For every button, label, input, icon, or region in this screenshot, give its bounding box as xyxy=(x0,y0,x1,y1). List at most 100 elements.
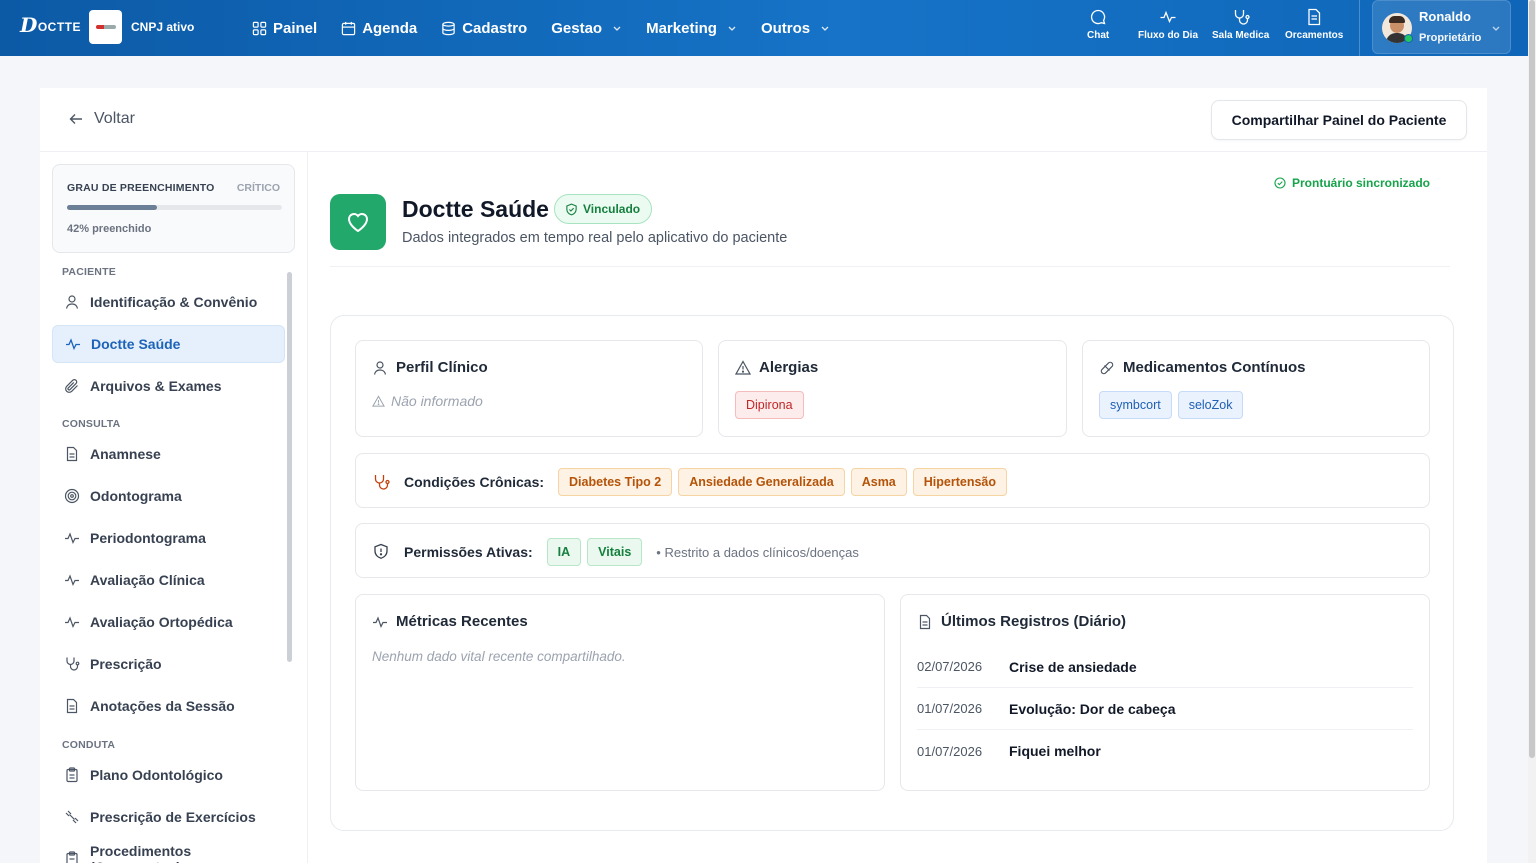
sidebar-item-label: Doctte Saúde xyxy=(91,336,181,352)
sidebar-item-avaliacao-clinica[interactable]: Avaliação Clínica xyxy=(52,561,285,599)
quick-orcamentos-label: Orcamentos xyxy=(1285,30,1344,41)
shield-check-icon xyxy=(566,203,577,215)
nav-painel[interactable]: Painel xyxy=(252,20,317,37)
document-icon xyxy=(1308,8,1321,26)
sync-status: Prontuário sincronizado xyxy=(1274,176,1430,190)
diary-date: 01/07/2026 xyxy=(917,701,983,716)
user-menu[interactable]: Ronaldo Proprietário xyxy=(1372,0,1511,54)
user-role: Proprietário xyxy=(1419,32,1482,44)
chevron-down-icon xyxy=(728,26,736,31)
section-paciente: PACIENTE xyxy=(62,266,116,278)
user-icon xyxy=(373,360,387,375)
nav-gestao[interactable]: Gestao xyxy=(551,20,622,37)
arrow-left-icon xyxy=(69,114,82,124)
clinical-profile-title: Perfil Clínico xyxy=(372,359,488,376)
diary-text: Fiquei melhor xyxy=(1009,743,1101,759)
user-icon xyxy=(65,295,79,309)
sidebar-scrollbar[interactable] xyxy=(287,272,292,662)
nav-outros[interactable]: Outros xyxy=(761,20,830,37)
medication-tag: seloZok xyxy=(1177,391,1244,419)
diary-row[interactable]: 01/07/2026 Evolução: Dor de cabeça xyxy=(917,688,1413,730)
diary-text: Crise de ansiedade xyxy=(1009,658,1137,675)
diary-row[interactable]: 02/07/2026 Crise de ansiedade xyxy=(917,646,1413,688)
allergies-card: Alergias Dipirona xyxy=(718,340,1067,437)
sidebar-item-label: Anamnese xyxy=(90,446,161,462)
sidebar-item-label: Prescrição xyxy=(90,656,162,672)
chronic-conditions-row: Condições Crônicas: Diabetes Tipo 2 Ansi… xyxy=(372,468,1008,496)
sidebar-item-label: Arquivos & Exames xyxy=(90,378,222,394)
stethoscope-icon xyxy=(1234,10,1250,25)
completion-title: GRAU DE PREENCHIMENTO xyxy=(67,182,215,194)
shield-alert-icon xyxy=(374,543,388,559)
activity-icon xyxy=(65,574,79,587)
page-scrollbar[interactable] xyxy=(1528,0,1536,863)
sidebar-item-plano-odontologico[interactable]: Plano Odontológico xyxy=(52,756,285,794)
nav-cadastro-label: Cadastro xyxy=(462,19,528,37)
chevron-down-icon xyxy=(1492,26,1500,31)
sidebar-item-avaliacao-ortopedica[interactable]: Avaliação Ortopédica xyxy=(52,603,285,641)
sidebar-item-prescricao[interactable]: Prescrição xyxy=(52,645,285,683)
pill-icon xyxy=(1100,361,1114,374)
document-icon xyxy=(919,614,931,629)
diary-date: 01/07/2026 xyxy=(917,743,983,759)
warning-icon xyxy=(372,394,385,407)
recent-metrics-empty: Nenhum dado vital recente compartilhado. xyxy=(372,649,626,664)
diary-row[interactable]: 01/07/2026 Fiquei melhor xyxy=(917,730,1413,772)
patient-sidebar: GRAU DE PREENCHIMENTO CRÍTICO 42% preenc… xyxy=(40,152,308,863)
quick-orcamentos[interactable]: Orcamentos xyxy=(1285,8,1343,41)
diary-records-label: Últimos Registros (Diário) xyxy=(941,613,1127,630)
sidebar-item-label: Avaliação Ortopédica xyxy=(90,614,233,630)
active-permissions-card: Permissões Ativas: IA Vitais • Restrito … xyxy=(355,523,1430,578)
activity-icon xyxy=(65,616,79,629)
nav-marketing[interactable]: Marketing xyxy=(646,20,737,37)
document-icon xyxy=(66,698,78,714)
sidebar-item-odontograma[interactable]: Odontograma xyxy=(52,477,285,515)
activity-icon xyxy=(66,338,80,351)
condition-tag: Diabetes Tipo 2 xyxy=(558,468,673,496)
clinic-logo[interactable] xyxy=(89,10,122,44)
nav-agenda-label: Agenda xyxy=(362,19,418,37)
allergies-tags: Dipirona xyxy=(735,391,804,419)
condition-tag: Hipertensão xyxy=(912,468,1008,496)
activity-icon xyxy=(65,532,79,545)
sidebar-item-doctte-saude[interactable]: Doctte Saúde xyxy=(52,325,285,363)
permission-tag: Vitais xyxy=(587,538,643,566)
sidebar-item-label: Anotações da Sessão xyxy=(90,698,235,714)
sidebar-item-procedimentos[interactable]: Procedimentos (Orcamentos) xyxy=(52,840,285,863)
condition-tag: Ansiedade Generalizada xyxy=(678,468,845,496)
activity-icon xyxy=(1160,10,1176,24)
target-icon xyxy=(64,488,80,504)
doctte-logo[interactable]: D OCTTE xyxy=(20,15,81,35)
chronic-conditions-card: Condições Crônicas: Diabetes Tipo 2 Ansi… xyxy=(355,453,1430,508)
permissions-tags: IA Vitais • Restrito a dados clínicos/do… xyxy=(546,538,859,566)
divider xyxy=(330,266,1450,267)
chronic-conditions-label: Condições Crônicas: xyxy=(404,474,545,490)
health-panel: Perfil Clínico Não informado Alergias Di… xyxy=(330,315,1454,831)
medications-tags: symbcort seloZok xyxy=(1099,391,1244,419)
share-patient-panel-button[interactable]: Compartilhar Painel do Paciente xyxy=(1211,100,1467,140)
document-icon xyxy=(66,446,78,462)
sidebar-item-periodontograma[interactable]: Periodontograma xyxy=(52,519,285,557)
sidebar-item-prescricao-exercicios[interactable]: Prescrição de Exercícios xyxy=(52,798,285,836)
quick-chat-label: Chat xyxy=(1087,30,1110,41)
nav-agenda[interactable]: Agenda xyxy=(341,20,417,37)
back-button[interactable]: Voltar xyxy=(68,110,135,128)
recent-metrics-title: Métricas Recentes xyxy=(372,613,528,630)
sidebar-item-arquivos[interactable]: Arquivos & Exames xyxy=(52,367,285,405)
clinical-profile-card: Perfil Clínico Não informado xyxy=(355,340,703,437)
sidebar-item-identificacao[interactable]: Identificação & Convênio xyxy=(52,283,285,321)
clinical-profile-text: Não informado xyxy=(391,393,483,409)
chronic-conditions-tags: Diabetes Tipo 2 Ansiedade Generalizada A… xyxy=(558,468,1008,496)
nav-cadastro[interactable]: Cadastro xyxy=(441,20,527,37)
quick-fluxo-do-dia[interactable]: Fluxo do Dia xyxy=(1138,8,1198,41)
quick-chat[interactable]: Chat xyxy=(1087,8,1109,41)
linked-badge: Vinculado xyxy=(554,194,653,224)
heart-icon xyxy=(347,213,369,233)
sidebar-item-anamnese[interactable]: Anamnese xyxy=(52,435,285,473)
completion-progress-bar xyxy=(67,205,282,210)
diary-records-title: Últimos Registros (Diário) xyxy=(917,613,1126,630)
quick-sala-medica[interactable]: Sala Medica xyxy=(1212,8,1269,41)
nav-divider xyxy=(1359,0,1360,56)
diary-records-card: Últimos Registros (Diário) 02/07/2026 Cr… xyxy=(900,594,1430,791)
sidebar-item-anotacoes[interactable]: Anotações da Sessão xyxy=(52,687,285,725)
